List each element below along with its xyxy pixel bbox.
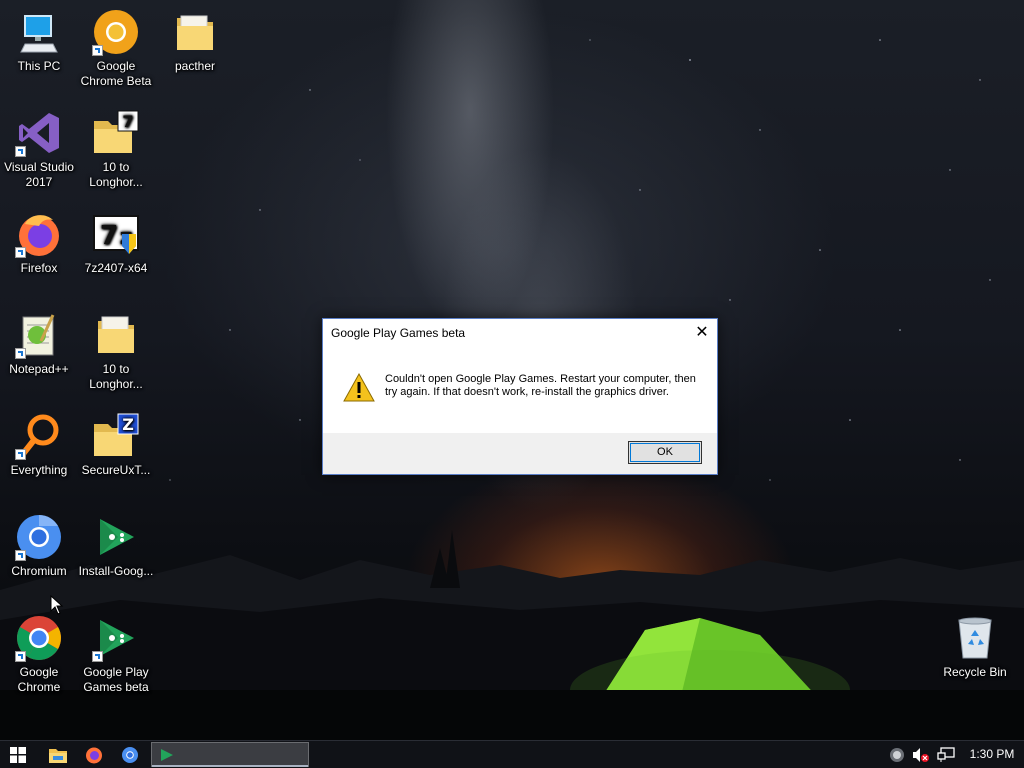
desktop-icon-install-google[interactable]: Install-Goog... bbox=[77, 513, 155, 579]
shortcut-arrow-icon bbox=[15, 348, 26, 359]
close-button[interactable]: ✕ bbox=[687, 319, 717, 347]
shortcut-arrow-icon bbox=[15, 146, 26, 157]
file-explorer-icon bbox=[49, 748, 67, 763]
folder-7zip-icon: 7 bbox=[92, 109, 140, 157]
desktop-icon-label: Google Play Games beta bbox=[83, 665, 149, 694]
shortcut-arrow-icon bbox=[92, 45, 103, 56]
folder-icon bbox=[92, 311, 140, 359]
desktop-icon-firefox[interactable]: Firefox bbox=[0, 210, 78, 276]
tray-status-icon bbox=[890, 747, 904, 762]
taskbar-google-play-games[interactable] bbox=[151, 742, 309, 767]
dialog-message: Couldn't open Google Play Games. Restart… bbox=[385, 373, 696, 398]
firefox-icon bbox=[15, 210, 63, 258]
desktop-icon-label: Google Chrome bbox=[17, 665, 61, 694]
taskbar-clock[interactable]: 1:30 PM bbox=[960, 741, 1024, 768]
shortcut-arrow-icon bbox=[15, 449, 26, 460]
desktop-icon-label: Visual Studio 2017 bbox=[4, 160, 74, 189]
ok-button[interactable]: OK bbox=[628, 441, 702, 464]
notepad-plus-plus-icon bbox=[15, 311, 63, 359]
desktop-icon-10-to-longhorn-2[interactable]: 10 to Longhor... bbox=[77, 311, 155, 392]
desktop-icon-label: 7z2407-x64 bbox=[84, 261, 148, 275]
network-icon bbox=[937, 746, 955, 762]
shortcut-arrow-icon bbox=[15, 247, 26, 258]
7zip-installer-icon: 7 z bbox=[92, 210, 140, 258]
desktop-icon-label: This PC bbox=[17, 59, 61, 73]
desktop-icon-google-play-games-beta[interactable]: Google Play Games beta bbox=[77, 614, 155, 695]
mouse-cursor-icon bbox=[50, 595, 64, 615]
error-dialog: Google Play Games beta ✕ Couldn't open G… bbox=[322, 318, 718, 475]
active-window-indicator bbox=[152, 765, 308, 767]
desktop-icon-label: Notepad++ bbox=[9, 362, 69, 376]
taskbar: 1:30 PM bbox=[0, 740, 1024, 768]
svg-text:Z: Z bbox=[122, 415, 134, 434]
shortcut-arrow-icon bbox=[15, 651, 26, 662]
desktop-icon-notepad-plus-plus[interactable]: Notepad++ bbox=[0, 311, 78, 377]
desktop-icon-label: Recycle Bin bbox=[943, 665, 1007, 679]
desktop-icon-label: Firefox bbox=[20, 261, 58, 275]
desktop-icon-secureuxt[interactable]: Z SecureUxT... bbox=[77, 412, 155, 478]
taskbar-firefox[interactable] bbox=[76, 741, 112, 768]
dialog-title: Google Play Games beta bbox=[331, 326, 466, 340]
desktop-icon-label: Install-Goog... bbox=[78, 564, 154, 578]
desktop-icon-label: SecureUxT... bbox=[81, 463, 151, 477]
desktop-icon-label: 10 to Longhor... bbox=[89, 362, 143, 391]
folder-icon bbox=[171, 8, 219, 56]
shortcut-arrow-icon bbox=[92, 651, 103, 662]
tray-volume[interactable] bbox=[910, 741, 932, 768]
dialog-footer: OK bbox=[323, 433, 717, 474]
google-play-games-icon bbox=[92, 614, 140, 662]
desktop-icon-everything[interactable]: Everything bbox=[0, 412, 78, 478]
tray-network[interactable] bbox=[934, 741, 958, 768]
windows-logo-icon bbox=[10, 746, 26, 763]
desktop-icon-recycle-bin[interactable]: Recycle Bin bbox=[936, 614, 1014, 680]
desktop-icon-label: Google Chrome Beta bbox=[80, 59, 152, 88]
desktop-icon-visual-studio-2017[interactable]: Visual Studio 2017 bbox=[0, 109, 78, 190]
google-play-games-icon bbox=[161, 749, 173, 761]
svg-text:7: 7 bbox=[100, 221, 118, 251]
desktop-icon-google-chrome-beta[interactable]: Google Chrome Beta bbox=[77, 8, 155, 89]
warning-icon bbox=[343, 372, 375, 407]
shortcut-arrow-icon bbox=[15, 550, 26, 561]
taskbar-chromium[interactable] bbox=[112, 741, 148, 768]
chrome-beta-icon bbox=[92, 8, 140, 56]
desktop-icon-label: Chromium bbox=[11, 564, 67, 578]
volume-muted-icon bbox=[913, 747, 929, 762]
desktop-icon-label: Everything bbox=[10, 463, 68, 477]
desktop-icon-7z2407-x64[interactable]: 7 z 7z2407-x64 bbox=[77, 210, 155, 276]
folder-archive-icon: Z bbox=[92, 412, 140, 460]
firefox-icon bbox=[86, 747, 102, 763]
this-pc-icon bbox=[15, 8, 63, 56]
chrome-icon bbox=[15, 614, 63, 662]
start-button[interactable] bbox=[0, 741, 36, 768]
desktop-icon-10-to-longhorn-1[interactable]: 7 10 to Longhor... bbox=[77, 109, 155, 190]
google-play-games-icon bbox=[92, 513, 140, 561]
desktop-icon-chromium[interactable]: Chromium bbox=[0, 513, 78, 579]
desktop-icon-label: pacther bbox=[174, 59, 216, 73]
dialog-body: Couldn't open Google Play Games. Restart… bbox=[323, 347, 717, 433]
desktop-icon-label: 10 to Longhor... bbox=[89, 160, 143, 189]
svg-text:7: 7 bbox=[122, 112, 133, 131]
dialog-titlebar[interactable]: Google Play Games beta ✕ bbox=[323, 319, 717, 347]
taskbar-file-explorer[interactable] bbox=[40, 741, 76, 768]
desktop-icon-this-pc[interactable]: This PC bbox=[0, 8, 78, 74]
desktop-icon-google-chrome[interactable]: Google Chrome bbox=[0, 614, 78, 695]
desktop-icon-pacther[interactable]: pacther bbox=[156, 8, 234, 74]
chromium-icon bbox=[15, 513, 63, 561]
chromium-icon bbox=[122, 746, 138, 763]
visual-studio-icon bbox=[15, 109, 63, 157]
recycle-bin-icon bbox=[951, 614, 999, 662]
tray-network-status[interactable] bbox=[886, 741, 908, 768]
everything-search-icon bbox=[15, 412, 63, 460]
